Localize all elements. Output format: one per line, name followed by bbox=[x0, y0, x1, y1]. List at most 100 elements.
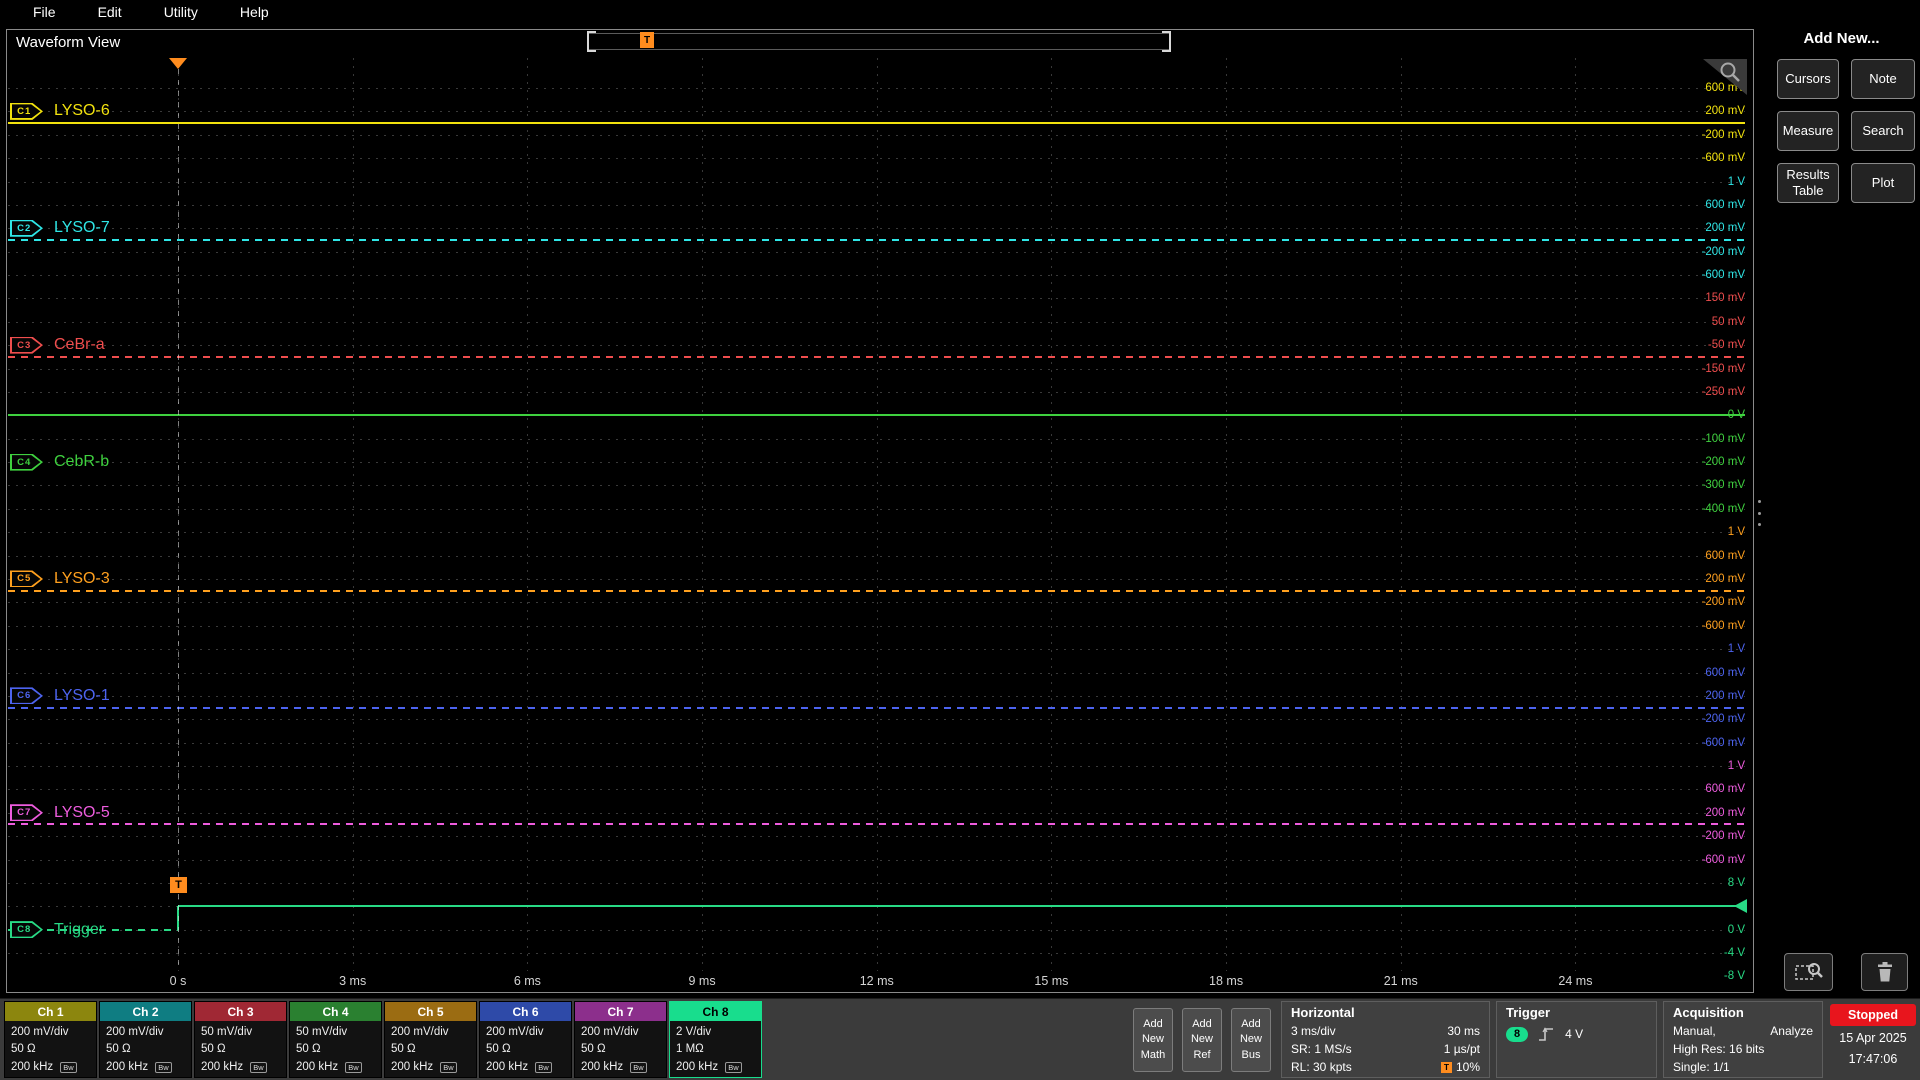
gridline-vertical bbox=[702, 58, 703, 971]
bandwidth-limit-icon: Bw bbox=[155, 1062, 171, 1073]
horizontal-scale: 3 ms/div bbox=[1291, 1022, 1336, 1040]
scale-label-c5: 1 V bbox=[1660, 526, 1745, 538]
channel-badge-c2[interactable]: C2 bbox=[10, 220, 43, 237]
channel-label-c8[interactable]: C8 Trigger bbox=[10, 921, 104, 939]
channel-badge-c5[interactable]: C5 bbox=[10, 570, 43, 587]
horizontal-settings-panel[interactable]: Horizontal 3 ms/div 30 ms SR: 1 MS/s 1 µ… bbox=[1281, 1001, 1490, 1078]
channel-bandwidth-row: 200 kHzBw bbox=[296, 1059, 375, 1076]
sample-rate: SR: 1 MS/s bbox=[1291, 1040, 1352, 1058]
sidebar-button-search[interactable]: Search bbox=[1851, 111, 1915, 151]
panel-splitter-handle[interactable] bbox=[1756, 500, 1762, 526]
add-button-line: Add bbox=[1143, 1017, 1163, 1032]
add-new-ref-button[interactable]: AddNewRef bbox=[1182, 1008, 1222, 1072]
scale-label-c8: -4 V bbox=[1660, 947, 1745, 959]
sidebar-button-results-table[interactable]: Results Table bbox=[1777, 163, 1839, 203]
channel-label-c1[interactable]: C1LYSO-6 bbox=[10, 102, 110, 120]
scale-label-c8: 0 V bbox=[1660, 924, 1745, 936]
sidebar-button-measure[interactable]: Measure bbox=[1777, 111, 1839, 151]
channel-button-ch3[interactable]: Ch 350 mV/div50 Ω200 kHzBw bbox=[194, 1001, 287, 1078]
channel-badge-c1[interactable]: C1 bbox=[10, 103, 43, 120]
acquisition-mode: Manual, bbox=[1673, 1022, 1716, 1040]
add-button-line: New bbox=[1191, 1032, 1213, 1047]
channel-button-ch8[interactable]: Ch 82 V/div1 MΩ200 kHzBw bbox=[669, 1001, 762, 1078]
acquisition-title: Acquisition bbox=[1664, 1002, 1822, 1022]
channel-button-ch1[interactable]: Ch 1200 mV/div50 Ω200 kHzBw bbox=[4, 1001, 97, 1078]
channel-label-c4[interactable]: C4CebR-b bbox=[10, 453, 109, 471]
splitter-dot bbox=[1758, 512, 1761, 515]
trace-c8-high bbox=[178, 905, 1745, 907]
bandwidth-limit-icon: Bw bbox=[440, 1062, 456, 1073]
time-label: 15 ms bbox=[1034, 974, 1068, 988]
trigger-source-badge: 8 bbox=[1506, 1027, 1528, 1042]
trigger-title: Trigger bbox=[1497, 1002, 1656, 1022]
magnifier-icon[interactable] bbox=[1719, 61, 1743, 85]
scale-label-c5: 600 mV bbox=[1660, 550, 1745, 562]
trigger-position-icon[interactable] bbox=[169, 58, 187, 69]
channel-button-ch6[interactable]: Ch 6200 mV/div50 Ω200 kHzBw bbox=[479, 1001, 572, 1078]
channel-button-header: Ch 8 bbox=[670, 1002, 761, 1021]
bandwidth-limit-icon: Bw bbox=[250, 1062, 266, 1073]
scale-label-c3: -250 mV bbox=[1660, 386, 1745, 398]
scale-label-c7: -200 mV bbox=[1660, 830, 1745, 842]
splitter-dot bbox=[1758, 523, 1761, 526]
channel-button-ch7[interactable]: Ch 7200 mV/div50 Ω200 kHzBw bbox=[574, 1001, 667, 1078]
scale-label-c6: 600 mV bbox=[1660, 667, 1745, 679]
channel-button-ch5[interactable]: Ch 5200 mV/div50 Ω200 kHzBw bbox=[384, 1001, 477, 1078]
add-new-math-button[interactable]: AddNewMath bbox=[1133, 1008, 1173, 1072]
sidebar-button-note[interactable]: Note bbox=[1851, 59, 1915, 99]
channel-badge-c7[interactable]: C7 bbox=[10, 804, 43, 821]
delete-button[interactable] bbox=[1861, 953, 1908, 991]
scale-label-c2: 200 mV bbox=[1660, 222, 1745, 234]
channel-badge-c3[interactable]: C3 bbox=[10, 337, 43, 354]
sidebar-button-cursors[interactable]: Cursors bbox=[1777, 59, 1839, 99]
channel-badge-c4[interactable]: C4 bbox=[10, 454, 43, 471]
scale-label-c5: -200 mV bbox=[1660, 596, 1745, 608]
channel-bandwidth-row: 200 kHzBw bbox=[391, 1059, 470, 1076]
time-label: 0 s bbox=[170, 974, 187, 988]
trace-c5 bbox=[8, 590, 1745, 592]
scale-label-c6: 200 mV bbox=[1660, 690, 1745, 702]
channel-scale: 200 mV/div bbox=[486, 1024, 565, 1041]
add-new-bus-button[interactable]: AddNewBus bbox=[1231, 1008, 1271, 1072]
channel-label-c7[interactable]: C7LYSO-5 bbox=[10, 804, 110, 822]
channel-badge-c6[interactable]: C6 bbox=[10, 687, 43, 704]
scale-label-c4: -400 mV bbox=[1660, 503, 1745, 515]
channel-button-ch2[interactable]: Ch 2200 mV/div50 Ω200 kHzBw bbox=[99, 1001, 192, 1078]
channel-button-settings: 200 mV/div50 Ω200 kHzBw bbox=[480, 1021, 571, 1077]
channel-button-header: Ch 6 bbox=[480, 1002, 571, 1021]
trash-icon bbox=[1876, 961, 1894, 983]
channel-name-c8: Trigger bbox=[54, 921, 104, 939]
trigger-level-marker[interactable]: T bbox=[170, 877, 187, 893]
status-date: 15 Apr 2025 bbox=[1839, 1030, 1906, 1047]
channel-scale: 200 mV/div bbox=[11, 1024, 90, 1041]
channel-label-c6[interactable]: C6LYSO-1 bbox=[10, 687, 110, 705]
channel-bandwidth-row: 200 kHzBw bbox=[201, 1059, 280, 1076]
scale-label-c2: 1 V bbox=[1660, 176, 1745, 188]
channel-scale: 200 mV/div bbox=[391, 1024, 470, 1041]
channel-bandwidth-row: 200 kHzBw bbox=[106, 1059, 185, 1076]
channel-badge-text: C5 bbox=[10, 570, 38, 587]
acquisition-settings-panel[interactable]: Acquisition Manual, Analyze High Res: 16… bbox=[1663, 1001, 1823, 1078]
add-new-heading: Add New... bbox=[1763, 30, 1920, 47]
trigger-settings-panel[interactable]: Trigger 8 4 V bbox=[1496, 1001, 1657, 1078]
channel-badge-text: C6 bbox=[10, 687, 38, 704]
scale-label-c5: 200 mV bbox=[1660, 573, 1745, 585]
channel-badge-c8[interactable]: C8 bbox=[10, 921, 43, 938]
channel-button-header: Ch 1 bbox=[5, 1002, 96, 1021]
acquisition-resolution: High Res: 16 bits bbox=[1673, 1040, 1764, 1058]
time-label: 6 ms bbox=[514, 974, 541, 988]
channel-label-c2[interactable]: C2LYSO-7 bbox=[10, 219, 110, 237]
sidebar-button-plot[interactable]: Plot bbox=[1851, 163, 1915, 203]
channel-label-c5[interactable]: C5LYSO-3 bbox=[10, 570, 110, 588]
zoom-tool-button[interactable] bbox=[1784, 953, 1833, 991]
channel-badge-text: C4 bbox=[10, 454, 38, 471]
bottom-settings-bar: Ch 1200 mV/div50 Ω200 kHzBwCh 2200 mV/di… bbox=[0, 998, 1920, 1080]
gridline-vertical bbox=[1575, 58, 1576, 971]
scale-label-c4: -300 mV bbox=[1660, 479, 1745, 491]
channel-impedance: 50 Ω bbox=[486, 1041, 565, 1058]
trigger-level-arrow-icon[interactable] bbox=[1734, 899, 1747, 913]
right-sidebar: Add New... Cursors Note Measure Search Resul… bbox=[1763, 24, 1920, 993]
channel-button-ch4[interactable]: Ch 450 mV/div50 Ω200 kHzBw bbox=[289, 1001, 382, 1078]
channel-bandwidth: 200 kHz bbox=[676, 1059, 718, 1076]
channel-label-c3[interactable]: C3CeBr-a bbox=[10, 336, 105, 354]
